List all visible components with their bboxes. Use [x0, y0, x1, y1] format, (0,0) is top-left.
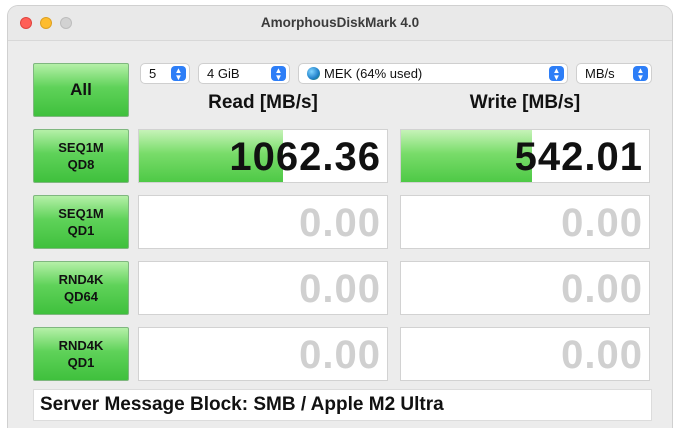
read-result-value: 0.00	[299, 267, 381, 311]
target-drive-value: MEK (64% used)	[324, 66, 423, 81]
title-bar: AmorphousDiskMark 4.0	[8, 6, 672, 41]
write-progress-bar	[401, 130, 533, 182]
app-window: AmorphousDiskMark 4.0 All 5 ▲ ▼ 4 GiB ▲ ▼ …	[8, 6, 672, 428]
read-result-cell: 0.00	[138, 261, 388, 315]
write-header: Write [MB/s]	[469, 92, 581, 113]
test-button-rnd4k-qd1[interactable]: RND4K QD1	[33, 327, 129, 381]
write-result-cell: 542.01	[400, 129, 650, 183]
test-label-line2: QD64	[64, 289, 98, 304]
chevron-updown-icon: ▲ ▼	[633, 66, 648, 81]
write-result-cell: 0.00	[400, 261, 650, 315]
test-button-seq1m-qd8[interactable]: SEQ1M QD8	[33, 129, 129, 183]
test-label-line2: QD1	[67, 223, 95, 238]
status-bar[interactable]: Server Message Block: SMB / Apple M2 Ult…	[33, 389, 652, 421]
test-label-line1: SEQ1M	[58, 140, 104, 155]
chevron-updown-icon: ▲ ▼	[171, 66, 186, 81]
chevron-updown-icon: ▲ ▼	[549, 66, 564, 81]
test-label-line1: RND4K	[58, 272, 104, 287]
unit-select[interactable]: MB/s ▲ ▼	[576, 63, 652, 84]
chevron-updown-icon: ▲ ▼	[271, 66, 286, 81]
test-label-line2: QD1	[67, 355, 95, 370]
read-result-value: 1062.36	[229, 135, 381, 179]
all-button[interactable]: All	[33, 63, 129, 117]
read-result-value: 0.00	[299, 201, 381, 245]
write-result-value: 0.00	[561, 333, 643, 377]
write-result-value: 0.00	[561, 267, 643, 311]
read-header: Read [MB/s]	[208, 92, 318, 113]
test-label-line1: RND4K	[58, 338, 104, 353]
read-result-cell: 0.00	[138, 195, 388, 249]
target-drive-select[interactable]: MEK (64% used) ▲ ▼	[298, 63, 568, 84]
write-result-value: 0.00	[561, 201, 643, 245]
test-label-line1: SEQ1M	[58, 206, 104, 221]
window-title: AmorphousDiskMark 4.0	[260, 15, 420, 30]
unit-value: MB/s	[585, 66, 615, 81]
read-result-value: 0.00	[299, 333, 381, 377]
test-size-value: 4 GiB	[207, 66, 240, 81]
test-size-select[interactable]: 4 GiB ▲ ▼	[198, 63, 290, 84]
globe-icon	[307, 67, 320, 80]
test-button-rnd4k-qd64[interactable]: RND4K QD64	[33, 261, 129, 315]
write-result-cell: 0.00	[400, 327, 650, 381]
write-result-value: 542.01	[514, 135, 643, 179]
test-count-select[interactable]: 5 ▲ ▼	[140, 63, 190, 84]
test-label-line2: QD8	[67, 157, 95, 172]
read-result-cell: 1062.36	[138, 129, 388, 183]
test-count-value: 5	[149, 66, 157, 81]
test-button-seq1m-qd1[interactable]: SEQ1M QD1	[33, 195, 129, 249]
write-result-cell: 0.00	[400, 195, 650, 249]
read-result-cell: 0.00	[138, 327, 388, 381]
